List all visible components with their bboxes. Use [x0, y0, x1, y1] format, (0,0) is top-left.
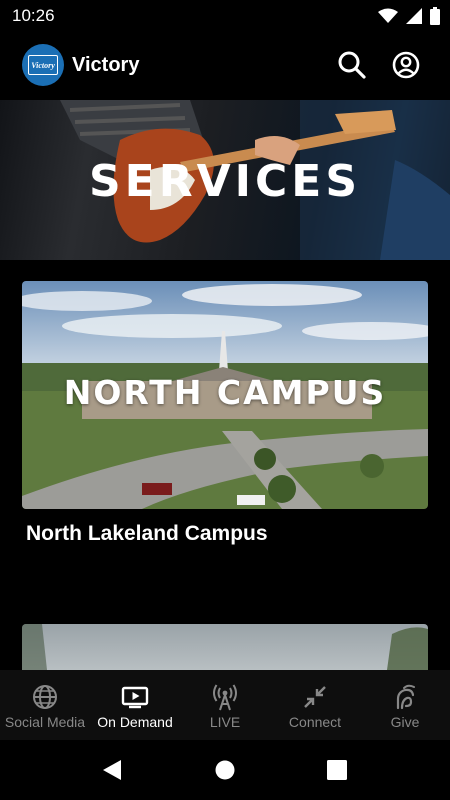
- services-banner[interactable]: SERVICES: [0, 100, 450, 260]
- campus-card-partial[interactable]: [22, 624, 428, 670]
- hand-icon: [396, 684, 415, 710]
- tv-play-icon: [121, 686, 149, 709]
- account-button[interactable]: [390, 49, 422, 81]
- cell-signal-icon: [406, 8, 422, 24]
- church-logo: Victory: [22, 44, 64, 86]
- status-time: 10:26: [12, 6, 55, 25]
- nav-label-connect: Connect: [288, 714, 342, 730]
- system-navigation-bar: [0, 740, 450, 800]
- campus-card[interactable]: NORTH CAMPUS: [22, 281, 428, 509]
- search-icon: [338, 51, 366, 79]
- card-caption[interactable]: North Lakeland Campus: [26, 522, 268, 546]
- nav-label-live: LIVE: [209, 714, 241, 730]
- back-icon[interactable]: [101, 759, 123, 781]
- nav-connect[interactable]: Connect: [270, 670, 360, 740]
- wifi-icon: [378, 8, 398, 23]
- card-image-title: NORTH CAMPUS: [63, 373, 387, 412]
- logo-wordmark: Victory: [28, 55, 58, 75]
- nav-on-demand[interactable]: On Demand: [90, 670, 180, 740]
- nav-live[interactable]: LIVE: [180, 670, 270, 740]
- globe-icon: [33, 685, 57, 709]
- status-bar: 10:26: [0, 0, 450, 32]
- battery-icon: [430, 7, 440, 25]
- partial-card-photo: [22, 624, 428, 670]
- broadcast-icon: [213, 684, 237, 711]
- app-title: Victory: [72, 54, 140, 76]
- status-icons: [378, 6, 440, 26]
- home-icon[interactable]: [215, 760, 235, 780]
- nav-label-social-media: Social Media: [4, 714, 86, 730]
- app-bar: Victory Victory: [0, 32, 450, 100]
- account-icon: [392, 51, 420, 79]
- nav-give[interactable]: Give: [360, 670, 450, 740]
- banner-title: SERVICES: [88, 156, 362, 207]
- arrows-in-icon: [304, 686, 326, 708]
- recents-icon[interactable]: [327, 760, 347, 780]
- nav-label-give: Give: [390, 714, 420, 730]
- nav-label-on-demand: On Demand: [97, 714, 173, 730]
- bottom-navigation: Social Media On Demand LIVE Connect Give: [0, 670, 450, 740]
- search-button[interactable]: [336, 49, 368, 81]
- nav-social-media[interactable]: Social Media: [0, 670, 90, 740]
